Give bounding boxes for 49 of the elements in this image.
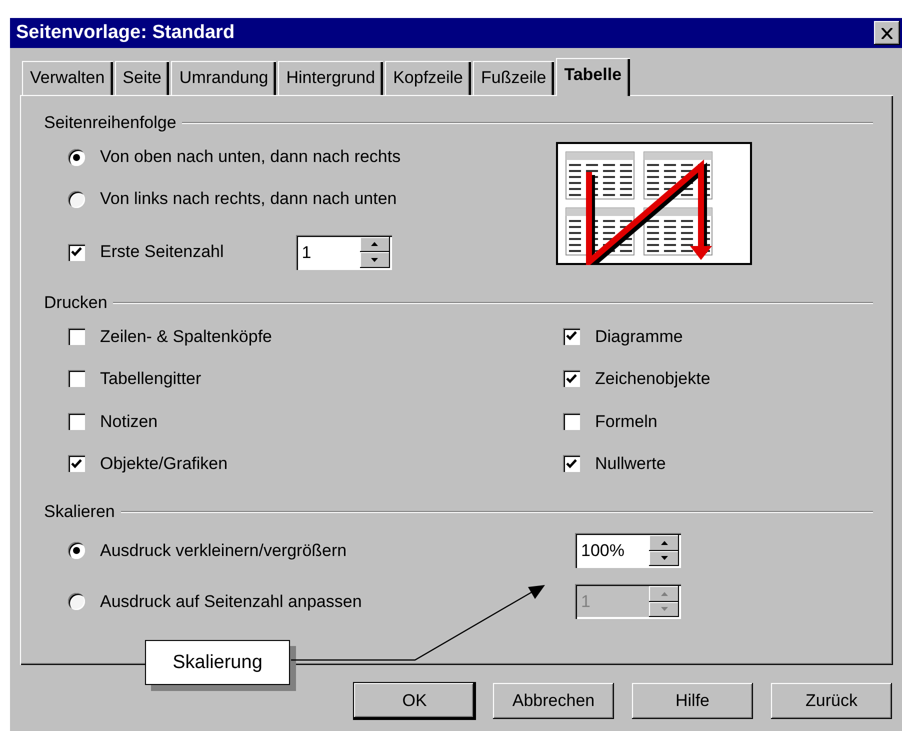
checkbox-label: Formeln <box>595 410 658 432</box>
checkbox[interactable] <box>68 455 85 472</box>
tab[interactable]: Verwalten <box>22 61 113 95</box>
down-arrow-icon[interactable] <box>660 556 668 560</box>
tab[interactable]: Fußzeile <box>473 61 554 95</box>
spin-field[interactable]: 100% <box>575 533 681 568</box>
tab[interactable]: Umrandung <box>171 61 276 95</box>
tab[interactable]: Tabelle <box>556 58 630 96</box>
group-title: Skalieren <box>44 501 115 524</box>
checkbox[interactable] <box>68 328 85 345</box>
checkbox-label: Erste Seitenzahl <box>100 241 224 264</box>
tab[interactable]: Seite <box>114 61 170 95</box>
checkbox[interactable] <box>563 455 580 472</box>
checkbox[interactable] <box>68 412 85 430</box>
dialog-button[interactable]: Zurück <box>771 683 892 719</box>
checkbox-label: Zeilen- & Spaltenköpfe <box>100 326 272 348</box>
radio-button[interactable] <box>68 190 85 208</box>
checkbox[interactable] <box>563 412 580 430</box>
tab[interactable]: Hintergrund <box>278 61 384 95</box>
checkbox[interactable] <box>563 328 580 345</box>
radio-button[interactable] <box>68 148 85 166</box>
tab[interactable]: Kopfzeile <box>385 61 472 95</box>
disabled-spin-field: 1 <box>575 584 681 619</box>
checkbox[interactable] <box>563 370 580 388</box>
dialog-button[interactable]: OK <box>354 683 475 719</box>
checkbox-label: Zeichenobjekte <box>595 368 710 390</box>
spin-field[interactable]: 1 <box>296 234 392 270</box>
up-arrow-icon[interactable] <box>660 540 668 545</box>
checkbox[interactable] <box>68 370 85 388</box>
dialog-button[interactable]: Abbrechen <box>493 683 614 719</box>
dialog-button[interactable]: Hilfe <box>632 683 753 719</box>
group-title: Drucken <box>44 292 108 314</box>
checkbox-label: Diagramme <box>595 326 683 348</box>
down-arrow-icon[interactable] <box>371 258 378 262</box>
checkbox-label: Nullwerte <box>595 453 666 475</box>
window-title: Seitenvorlage: Standard <box>16 20 235 45</box>
checkbox-label: Tabellengitter <box>100 368 202 390</box>
radio-label: Ausdruck auf Seitenzahl anpassen <box>100 590 363 613</box>
checkbox-label: Notizen <box>100 410 158 432</box>
close-icon <box>881 28 893 38</box>
up-arrow-icon[interactable] <box>371 242 378 246</box>
checkbox[interactable] <box>68 244 85 260</box>
group-title: Seitenreihenfolge <box>44 112 176 134</box>
close-button[interactable] <box>874 21 900 45</box>
radio-label: Ausdruck verkleinern/vergrößern <box>100 540 348 562</box>
checkbox-label: Objekte/Grafiken <box>100 453 228 475</box>
radio-label: Von links nach rechts, dann nach unten <box>100 188 397 210</box>
radio-button[interactable] <box>68 542 85 559</box>
radio-label: Von oben nach unten, dann nach rechts <box>100 146 401 168</box>
